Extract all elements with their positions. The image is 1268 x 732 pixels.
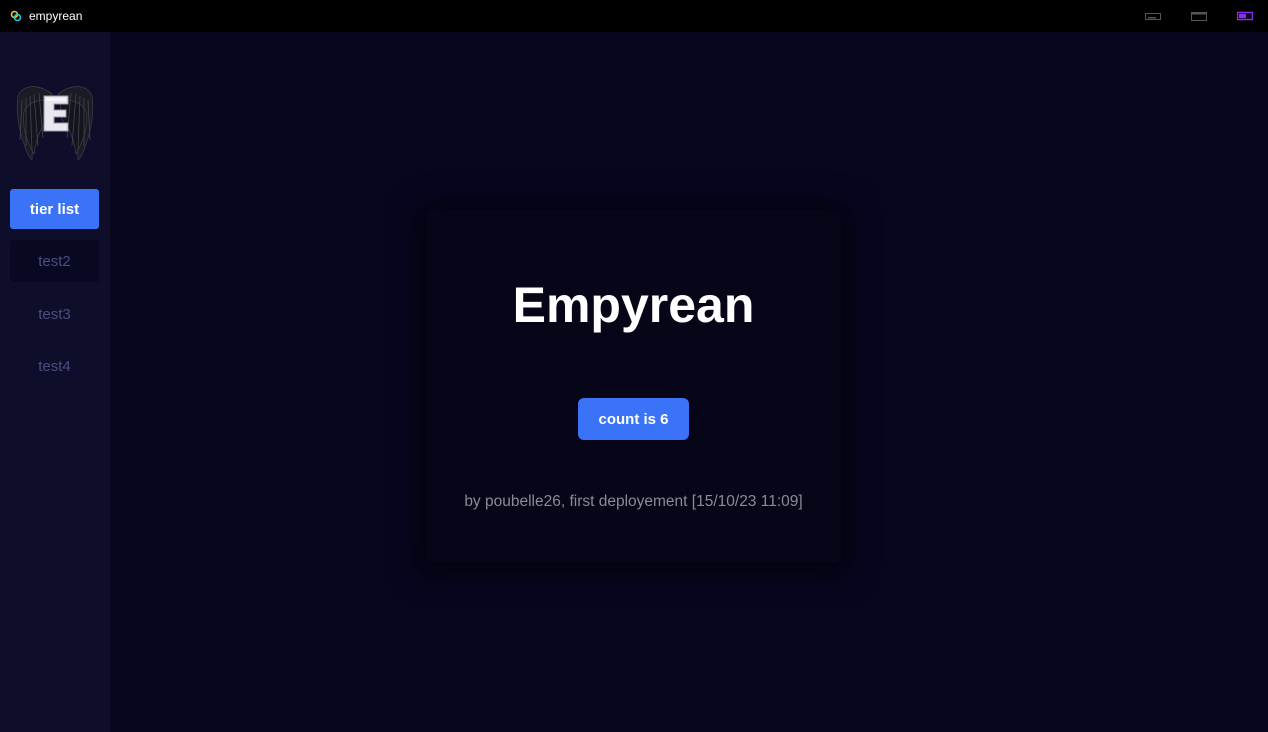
- tauri-icon: [10, 10, 22, 22]
- count-button[interactable]: count is 6: [578, 398, 689, 440]
- maximize-button[interactable]: [1176, 0, 1222, 32]
- welcome-card: Empyrean count is 6 by poubelle26, first…: [426, 210, 841, 562]
- sidebar: tier list test2 test3 test4: [0, 32, 110, 732]
- minimize-button[interactable]: [1130, 0, 1176, 32]
- nav-item-label: test3: [38, 305, 71, 323]
- nav-item-tier-list[interactable]: tier list: [10, 189, 99, 229]
- main-content: Empyrean count is 6 by poubelle26, first…: [110, 32, 1268, 732]
- nav-item-label: tier list: [29, 200, 80, 218]
- window-controls: [1130, 0, 1268, 32]
- nav-item-label: test2: [38, 252, 71, 270]
- minimize-icon: [1145, 13, 1161, 20]
- nav-item-test3[interactable]: test3: [10, 294, 99, 334]
- close-button[interactable]: [1222, 0, 1268, 32]
- page-title: Empyrean: [512, 277, 755, 333]
- title-bar: empyrean: [0, 0, 1268, 32]
- maximize-icon: [1191, 12, 1207, 21]
- empyrean-logo: [16, 80, 94, 161]
- credits-text: by poubelle26, first deployement [15/10/…: [464, 493, 803, 510]
- nav-item-label: test4: [38, 357, 71, 375]
- close-icon: [1237, 11, 1253, 21]
- nav-item-test2[interactable]: test2: [10, 240, 99, 282]
- window-title: empyrean: [29, 9, 83, 23]
- nav-item-test4[interactable]: test4: [10, 346, 99, 386]
